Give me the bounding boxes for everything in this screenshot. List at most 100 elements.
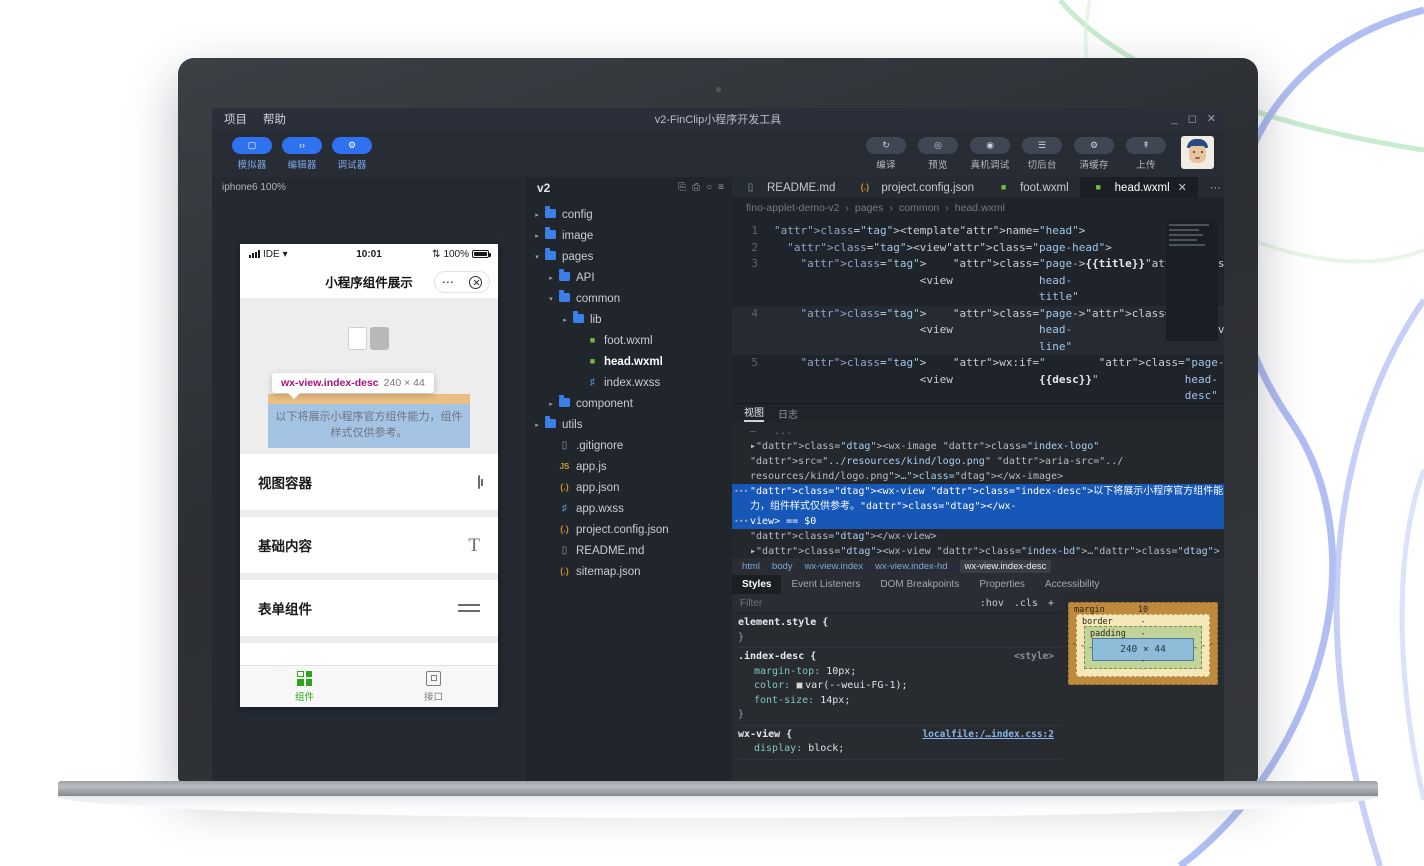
new-file-icon[interactable]: ⎘ — [678, 182, 686, 193]
close-icon[interactable]: ✕ — [1207, 114, 1216, 125]
dom-line[interactable]: ▸"dattr">class="dtag"><wx-view "dattr">c… — [732, 544, 1224, 558]
tree-node[interactable]: (.) app.json — [527, 477, 732, 498]
close-circle-icon[interactable] — [469, 276, 482, 289]
css-declaration[interactable]: color: var(--weui-FG-1); — [738, 679, 1062, 694]
dom-breadcrumb-item[interactable]: wx-view.index-desc — [960, 560, 1052, 573]
box-padding-bottom[interactable]: - — [1140, 656, 1145, 666]
tree-node[interactable]: ♯ app.wxss — [527, 498, 732, 519]
code-line[interactable]: 1 "attr">class="tag"><template "attr">na… — [732, 223, 1224, 240]
collapse-icon[interactable]: ≡ — [718, 182, 724, 193]
hov-toggle[interactable]: :hov — [980, 598, 1004, 609]
breadcrumb-item[interactable]: common — [899, 202, 939, 214]
code-lines[interactable]: 1 "attr">class="tag"><template "attr">na… — [732, 217, 1224, 403]
tree-arrow-icon[interactable]: ▸ — [531, 421, 543, 429]
style-tab[interactable]: DOM Breakpoints — [870, 575, 969, 594]
list-item[interactable]: 基础内容 T — [240, 517, 498, 573]
box-padding-right[interactable]: - — [1193, 643, 1198, 653]
code-line[interactable]: 3 "attr">class="tag"><view "attr">class=… — [732, 256, 1224, 306]
box-model-padding[interactable]: padding - - - - 240 × 44 — [1084, 626, 1202, 669]
css-rule[interactable]: wx-view {localfile:/…index.css:2 display… — [738, 728, 1062, 760]
dom-line[interactable]: resources/kind/logo.png">…">class="dtag"… — [732, 469, 1224, 484]
menu-item-project[interactable]: 项目 — [224, 111, 247, 127]
phone-tab-api[interactable]: 接口 — [369, 666, 498, 707]
css-value[interactable]: 10px; — [826, 666, 856, 677]
editor-tab[interactable]: (.) project.config.json — [846, 177, 985, 198]
devtools-tabs[interactable]: 视图 日志 — [732, 404, 1224, 422]
box-model-border[interactable]: border - - - - padding - — [1076, 614, 1210, 677]
dom-breadcrumb-item[interactable]: body — [772, 561, 793, 572]
tree-node[interactable]: ▸ lib — [527, 309, 732, 330]
list-item[interactable]: 视图容器 — [240, 454, 498, 510]
toolbar-button-device-debug[interactable]: ◉ 真机调试 — [970, 137, 1010, 171]
box-padding-left[interactable]: - — [1088, 643, 1093, 653]
cls-toggle[interactable]: .cls — [1014, 598, 1038, 609]
box-model-margin[interactable]: margin 10 - - - border - — [1068, 602, 1218, 685]
tree-node[interactable]: ▯ .gitignore — [527, 435, 732, 456]
breadcrumb-item[interactable]: fino-applet-demo-v2 — [746, 202, 839, 214]
dom-breadcrumb-item[interactable]: html — [742, 561, 760, 572]
tab-close-icon[interactable]: ✕ — [1178, 181, 1187, 194]
style-tab[interactable]: Properties — [969, 575, 1035, 594]
tree-node[interactable]: ▸ image — [527, 225, 732, 246]
new-folder-icon[interactable]: ⎙ — [692, 182, 700, 193]
list-item[interactable]: 表单组件 — [240, 580, 498, 636]
add-rule-icon[interactable]: + — [1048, 598, 1054, 609]
tree-arrow-icon[interactable]: ▾ — [531, 253, 543, 261]
toolbar-button-compile[interactable]: ↻ 编译 — [866, 137, 906, 171]
style-tab[interactable]: Styles — [732, 575, 781, 594]
tree-arrow-icon[interactable]: ▸ — [531, 211, 543, 219]
phone-tab-components[interactable]: 组件 — [240, 666, 369, 707]
tree-arrow-icon[interactable]: ▾ — [545, 295, 557, 303]
minimize-icon[interactable]: _ — [1172, 114, 1178, 125]
tree-node[interactable]: ▾ common — [527, 288, 732, 309]
editor-tab[interactable]: ▯ README.md — [732, 177, 846, 198]
dom-line[interactable]: ▸"dattr">class="dtag"><wx-image "dattr">… — [732, 439, 1224, 469]
code-line[interactable]: 2 "attr">class="tag"><view "attr">class=… — [732, 240, 1224, 257]
dom-breadcrumb[interactable]: htmlbodywx-view.indexwx-view.index-hdwx-… — [732, 558, 1224, 575]
css-selector[interactable]: element.style { — [738, 616, 1062, 631]
tree-node[interactable]: ▸ config — [527, 204, 732, 225]
more-tabs-icon[interactable]: ⋯ — [1198, 177, 1224, 198]
style-panel-tabs[interactable]: StylesEvent ListenersDOM BreakpointsProp… — [732, 575, 1224, 594]
devtools-tab-log[interactable]: 日志 — [778, 406, 798, 421]
refresh-icon[interactable]: ○ — [706, 182, 712, 193]
box-padding-top[interactable]: - — [1140, 629, 1145, 639]
device-selector[interactable]: iphone6 100% — [212, 177, 526, 198]
menu-bar[interactable]: 项目 帮助 — [212, 111, 286, 127]
css-selector[interactable]: wx-view {localfile:/…index.css:2 — [738, 728, 1062, 743]
style-rules[interactable]: element.style { } .index-desc {<style> m… — [732, 613, 1062, 783]
more-dots-icon[interactable]: ⋯ — [442, 276, 456, 288]
tree-node[interactable]: ▯ README.md — [527, 540, 732, 561]
tree-node[interactable]: JS app.js — [527, 456, 732, 477]
color-swatch-icon[interactable] — [796, 682, 803, 689]
tree-node[interactable]: ▸ utils — [527, 414, 732, 435]
css-rule[interactable]: element.style { } — [738, 616, 1062, 648]
tree-arrow-icon[interactable]: ▸ — [545, 400, 557, 408]
toolbar-button-upload[interactable]: ↟ 上传 — [1126, 137, 1166, 171]
list-item[interactable]: 导航 ○○○ — [240, 643, 498, 665]
toolbar-button-editor[interactable]: ‹› 编辑器 — [282, 137, 322, 171]
tree-node[interactable]: (.) sitemap.json — [527, 561, 732, 582]
tree-node[interactable]: ■ foot.wxml — [527, 330, 732, 351]
maximize-icon[interactable]: ◻ — [1188, 114, 1197, 125]
dom-line[interactable]: "dattr">class="dtag"><wx-view "dattr">cl… — [732, 484, 1224, 514]
code-editor[interactable]: 1 "attr">class="tag"><template "attr">na… — [732, 217, 1224, 403]
css-value[interactable]: var(--weui-FG-1); — [796, 680, 907, 691]
code-line[interactable]: 5 "attr">class="tag"><view "attr">wx:if=… — [732, 355, 1224, 403]
dom-tree[interactable]: — ...▸"dattr">class="dtag"><wx-image "da… — [732, 422, 1224, 558]
dom-line[interactable]: "dattr">class="dtag"></wx-view> — [732, 529, 1224, 544]
css-selector[interactable]: .index-desc {<style> — [738, 650, 1062, 665]
editor-tab[interactable]: ■ foot.wxml — [985, 177, 1080, 198]
toolbar-button-preview[interactable]: ◎ 预览 — [918, 137, 958, 171]
tree-node[interactable]: ■ head.wxml — [527, 351, 732, 372]
tree-arrow-icon[interactable]: ▸ — [531, 232, 543, 240]
devtools-tab-view[interactable]: 视图 — [744, 404, 764, 422]
file-tree[interactable]: ▸ config ▸ image ▾ pages ▸ API ▾ common … — [527, 198, 732, 582]
dom-line[interactable]: view> == $0 — [732, 514, 1224, 529]
css-value[interactable]: 14px; — [820, 695, 850, 706]
tree-node[interactable]: ♯ index.wxss — [527, 372, 732, 393]
editor-tab-bar[interactable]: ▯ README.md (.) project.config.json ■ fo… — [732, 177, 1224, 198]
css-declaration[interactable]: margin-top: 10px; — [738, 665, 1062, 680]
rule-source[interactable]: localfile:/…index.css:2 — [922, 728, 1054, 743]
tree-node[interactable]: ▸ API — [527, 267, 732, 288]
